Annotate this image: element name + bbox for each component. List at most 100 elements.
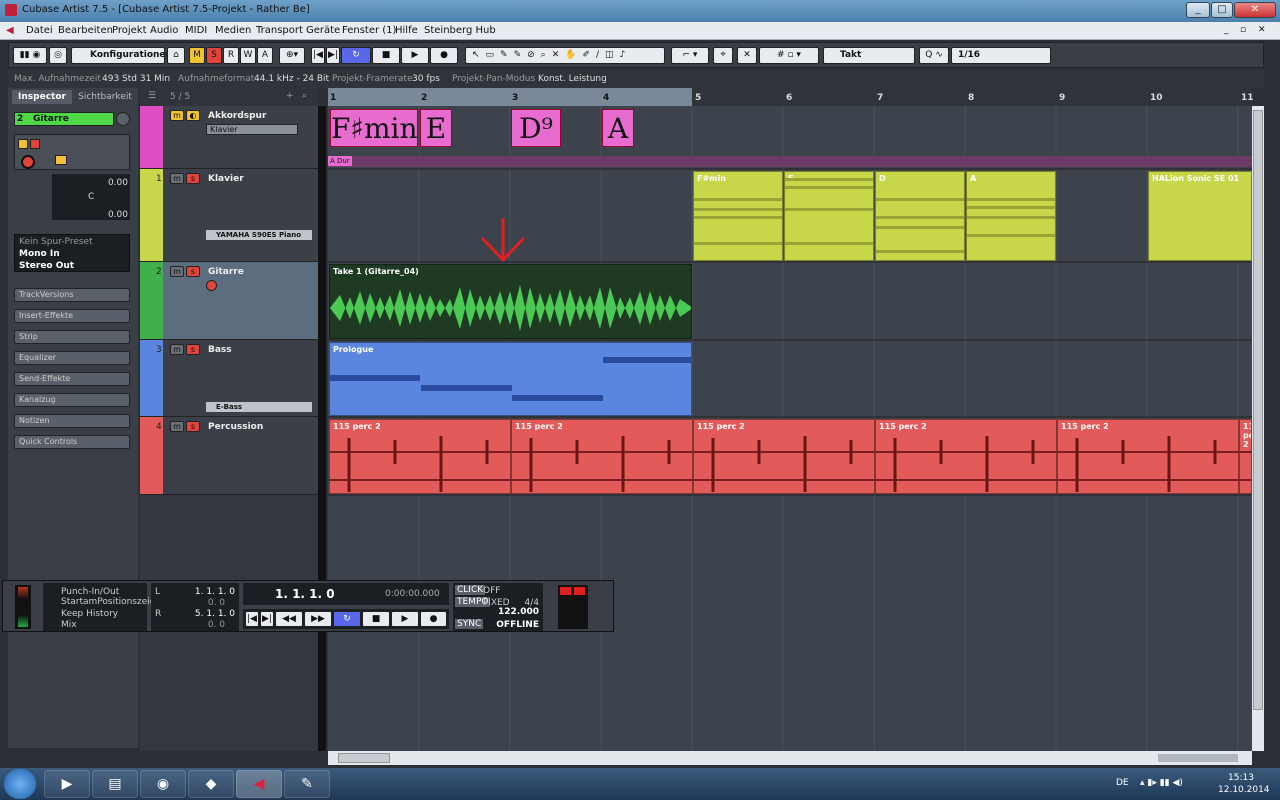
start-at-position[interactable]: StartamPositionszeiger	[61, 597, 165, 607]
grid-type-select[interactable]: Takt	[823, 47, 915, 64]
left-locator-icon[interactable]: L	[155, 587, 160, 597]
chord-event[interactable]: A	[602, 109, 634, 147]
chord-event[interactable]: E	[420, 109, 452, 147]
tab-inspector[interactable]: Inspector	[12, 90, 72, 104]
chord-instrument-select[interactable]: Klavier	[206, 124, 298, 135]
chord-listen-button[interactable]: ◐	[186, 110, 200, 121]
track-header-gitarre[interactable]: 2 m s Gitarre	[140, 262, 318, 340]
track-name[interactable]: Klavier	[208, 174, 244, 184]
solo-button[interactable]: s	[186, 344, 200, 355]
doc-close-icon[interactable]: ✕	[1258, 25, 1266, 35]
menu-steinberg-hub[interactable]: Steinberg Hub	[424, 25, 496, 36]
sync-button[interactable]: SYNC	[455, 619, 484, 629]
add-track-icon[interactable]: +	[286, 91, 294, 101]
menu-geraete[interactable]: Geräte	[306, 25, 340, 36]
maximize-button[interactable]: □	[1211, 2, 1233, 18]
snap-toggle-icon[interactable]: ✕	[737, 47, 757, 64]
transport-cycle-button[interactable]: ↻	[333, 611, 361, 627]
edit-channel-icon[interactable]	[116, 112, 130, 126]
search-icon[interactable]: ⌕	[302, 91, 307, 101]
instrument-name[interactable]: YAMAHA S90ES Piano	[206, 230, 312, 240]
midi-part-piano[interactable]: F#min	[693, 171, 783, 261]
stop-button[interactable]: ■	[372, 47, 400, 64]
keep-history[interactable]: Keep History	[61, 609, 118, 619]
doc-restore-icon[interactable]: ▫	[1240, 25, 1246, 35]
section-trackversions[interactable]: TrackVersions	[14, 288, 130, 302]
transport-left-locator-icon[interactable]: |◀	[245, 611, 259, 627]
language-indicator[interactable]: DE	[1116, 778, 1129, 788]
paint-icon[interactable]: ✎	[284, 770, 330, 798]
doc-minimize-icon[interactable]: _	[1224, 25, 1229, 35]
inspector-solo-button[interactable]	[30, 139, 40, 149]
section-strip[interactable]: Strip	[14, 330, 130, 344]
zoom-slider[interactable]	[1158, 754, 1238, 762]
section-channel[interactable]: Kanalzug	[14, 393, 130, 407]
media-player-icon[interactable]: ▶	[44, 770, 90, 798]
constrain-delay-button[interactable]: ◎	[49, 47, 67, 64]
forward-button[interactable]: ▶▶	[304, 611, 332, 627]
mute-state-button[interactable]: M	[189, 47, 205, 64]
chord-event[interactable]: D⁹	[511, 109, 561, 147]
main-position[interactable]: 1. 1. 1. 0	[275, 587, 335, 601]
close-button[interactable]: ✕	[1234, 2, 1276, 18]
track-name[interactable]: Percussion	[208, 422, 263, 432]
play-button[interactable]: ▶	[401, 47, 429, 64]
go-right-locator-icon[interactable]: ▶|	[326, 47, 340, 64]
track-name[interactable]: Bass	[208, 345, 232, 355]
go-left-locator-icon[interactable]: |◀	[311, 47, 325, 64]
cubase-menu-icon[interactable]: ◀	[6, 25, 14, 36]
start-button-icon[interactable]	[4, 769, 36, 799]
menu-projekt[interactable]: Projekt	[112, 25, 147, 36]
solo-button[interactable]: s	[186, 421, 200, 432]
project-window[interactable]: F♯min E D⁹ A A Dur F#min E D A HALion So…	[328, 106, 1252, 751]
input-routing[interactable]: Mono In	[19, 249, 60, 259]
secondary-time[interactable]: 0:00:00.000	[385, 589, 440, 599]
audio-event-guitar[interactable]: Take 1 (Gitarre_04)	[329, 264, 692, 339]
section-notes[interactable]: Notizen	[14, 414, 130, 428]
track-preset[interactable]: Kein Spur-Preset	[19, 237, 93, 247]
output-routing[interactable]: Stereo Out	[19, 261, 74, 271]
inspector-fader-area[interactable]: 0.00 C 0.00	[52, 174, 130, 220]
snap-icon[interactable]: ⌖	[713, 47, 733, 64]
activate-project-button[interactable]: ▮▮ ◉	[13, 47, 47, 64]
menu-bearbeiten[interactable]: Bearbeiten	[58, 25, 113, 36]
record-enable-button[interactable]	[206, 280, 217, 291]
inspector-record-enable-button[interactable]	[21, 155, 35, 169]
transport-play-button[interactable]: ▶	[391, 611, 419, 627]
track-header-klavier[interactable]: 1 m s Klavier YAMAHA S90ES Piano	[140, 169, 318, 262]
record-button[interactable]: ●	[430, 47, 458, 64]
mute-button[interactable]: m	[170, 421, 184, 432]
explorer-icon[interactable]: ▤	[92, 770, 138, 798]
scale-event[interactable]: A Dur	[328, 156, 352, 166]
transport-right-locator-icon[interactable]: ▶|	[260, 611, 274, 627]
inspector-write-button[interactable]	[55, 155, 67, 165]
section-insert-effects[interactable]: Insert-Effekte	[14, 309, 130, 323]
midi-part-halion[interactable]: HALion Sonic SE 01	[1148, 171, 1252, 261]
horizontal-scroll-thumb[interactable]	[338, 753, 390, 763]
home-icon[interactable]: ⌂	[167, 47, 185, 64]
chord-mute-button[interactable]: m	[170, 110, 184, 121]
automation-button[interactable]: A	[257, 47, 273, 64]
solo-state-button[interactable]: S	[206, 47, 222, 64]
cycle-button[interactable]: ↻	[341, 47, 371, 64]
snap-type-button[interactable]: ⌐ ▾	[671, 47, 709, 64]
inspector-track-name[interactable]: 2 Gitarre	[14, 112, 114, 126]
inspector-mute-button[interactable]	[18, 139, 28, 149]
menu-hilfe[interactable]: Hilfe	[395, 25, 418, 36]
transport-record-button[interactable]: ●	[420, 611, 447, 627]
grid-icon[interactable]: # ▫ ▾	[759, 47, 819, 64]
track-header-chord[interactable]: m ◐ Akkordspur Klavier	[140, 106, 318, 169]
quantize-select[interactable]: 1/16	[951, 47, 1051, 64]
section-quick-controls[interactable]: Quick Controls	[14, 435, 130, 449]
mix-mode[interactable]: Mix	[61, 620, 77, 630]
app-icon[interactable]: ◆	[188, 770, 234, 798]
horizontal-scrollbar[interactable]	[328, 751, 1252, 765]
midi-part-bass[interactable]: Prologue	[329, 342, 692, 416]
menu-fenster[interactable]: Fenster (1)	[342, 25, 396, 36]
transport-stop-button[interactable]: ■	[362, 611, 390, 627]
tray-icons[interactable]: ▴ ▮▸ ▮▮ ◀)	[1140, 778, 1183, 788]
read-state-button[interactable]: R	[223, 47, 239, 64]
position-display[interactable]: 1. 1. 1. 0 0:00:00.000	[243, 583, 449, 605]
track-name[interactable]: Akkordspur	[208, 111, 266, 121]
solo-button[interactable]: s	[186, 266, 200, 277]
